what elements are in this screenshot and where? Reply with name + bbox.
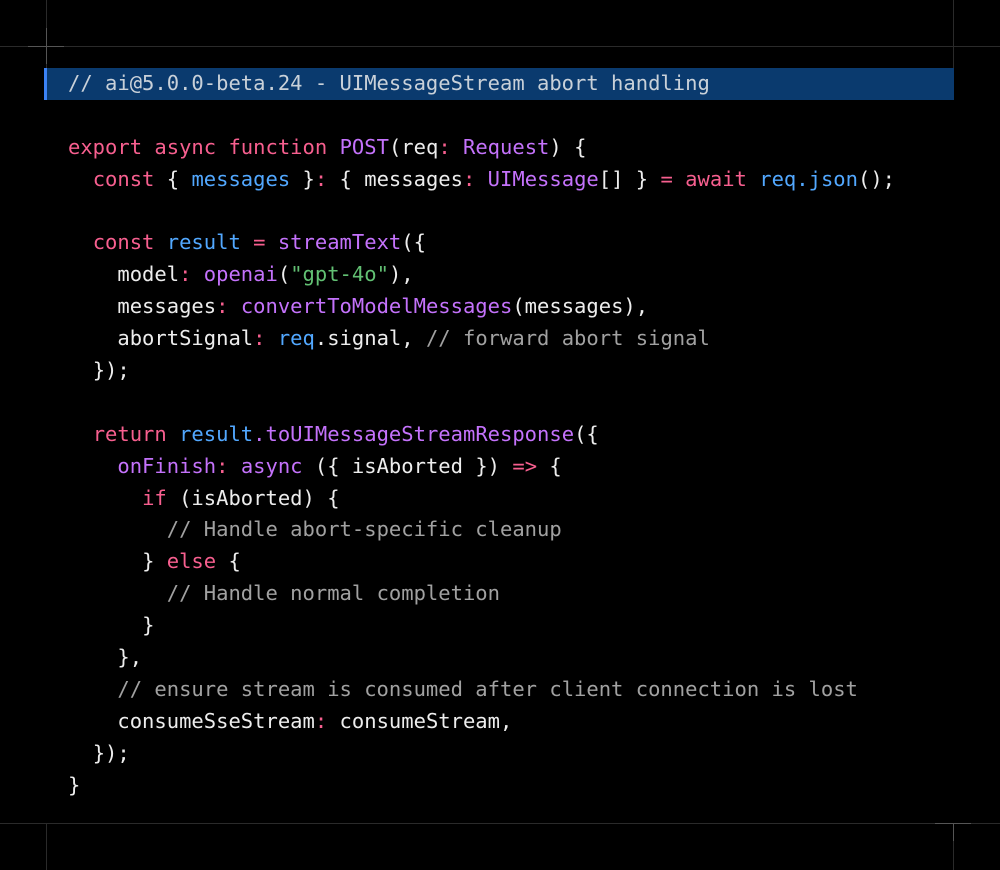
token-args: (messages),: [512, 294, 649, 319]
code-line-15: // Handle abort-specific cleanup: [68, 514, 895, 546]
token-colon: :: [462, 166, 476, 191]
comment-forward-abort: // forward abort signal: [425, 326, 710, 351]
token-json: .json: [796, 166, 858, 191]
token-close: ) {: [549, 134, 587, 159]
code-line-7: model: openai("gpt-4o"),: [68, 259, 895, 291]
token-model-key: model: [117, 262, 180, 287]
token-else: else: [166, 549, 217, 574]
token-await: await: [685, 166, 747, 191]
token-end: ({: [574, 421, 599, 446]
token-openai: openai: [203, 262, 278, 287]
token-messages: messages: [191, 166, 291, 191]
token-brace: },: [117, 645, 143, 670]
token-brace: {: [537, 453, 562, 478]
token-messages-key: messages: [117, 294, 217, 319]
token-end: ();: [857, 166, 896, 191]
code-line-6: const result = streamText({: [68, 227, 895, 259]
token-request-type: Request: [463, 134, 550, 159]
token-return: return: [92, 421, 167, 446]
token-uimessage-type: UIMessage: [487, 166, 599, 191]
token-colon: :: [438, 134, 451, 159]
token-async: async: [154, 134, 217, 159]
token-convert-fn: convertToModelMessages: [240, 294, 513, 319]
guide-line-top: [0, 46, 1000, 47]
comment-ensure-consumed: // ensure stream is consumed after clien…: [117, 676, 858, 701]
token-req: req: [759, 166, 797, 191]
token-close-call: });: [92, 740, 130, 765]
token-consumestream: consumeStream,: [327, 708, 513, 733]
token-colon: :: [253, 326, 266, 351]
code-line-18: }: [68, 610, 895, 642]
header-comment: // ai@5.0.0-beta.24 - UIMessageStream ab…: [68, 71, 710, 95]
token-const: const: [92, 230, 155, 255]
token-req-param: (req: [388, 134, 439, 159]
token-brace: }: [290, 166, 315, 191]
code-line-9: abortSignal: req.signal, // forward abor…: [68, 323, 895, 355]
token-brace: }: [142, 549, 167, 574]
token-colon: :: [216, 453, 229, 478]
token-brace: {: [216, 549, 241, 574]
code-line-20: // ensure stream is consumed after clien…: [68, 674, 895, 706]
code-line-12: return result.toUIMessageStreamResponse(…: [68, 419, 895, 451]
code-line-3: export async function POST(req: Request)…: [68, 132, 895, 164]
code-line-4: const { messages }: { messages: UIMessag…: [68, 164, 895, 196]
token-consumesse-key: consumeSseStream: [117, 708, 315, 733]
comment-normal-completion: // Handle normal completion: [166, 581, 500, 606]
token-colon: :: [179, 262, 192, 287]
code-line-10: });: [68, 355, 895, 387]
token-async: async: [240, 453, 303, 478]
token-onfinish-key: onFinish: [117, 453, 217, 478]
token-equals: =: [660, 166, 673, 191]
token-equals: =: [253, 230, 266, 255]
token-function: function: [228, 134, 328, 159]
code-line-17: // Handle normal completion: [68, 578, 895, 610]
guide-line-bottom: [0, 823, 1000, 824]
token-arrow: =>: [512, 453, 538, 478]
comment-abort-cleanup: // Handle abort-specific cleanup: [166, 517, 562, 542]
token-post: POST: [339, 134, 389, 159]
code-line-14: if (isAborted) {: [68, 483, 895, 515]
token-params: ({ isAborted }): [302, 453, 513, 478]
token-result: result: [166, 230, 241, 255]
token-abortsignal-key: abortSignal: [117, 326, 254, 351]
token-colon: :: [216, 294, 229, 319]
token-result: result: [179, 421, 254, 446]
code-snippet-canvas: // ai@5.0.0-beta.24 - UIMessageStream ab…: [0, 0, 1000, 870]
token-close-call: });: [92, 358, 130, 383]
token-model-string: "gpt-4o": [290, 262, 389, 287]
code-line-16: } else {: [68, 546, 895, 578]
token-paren: (: [277, 262, 291, 287]
token-colon: :: [314, 166, 328, 191]
code-line-1: // ai@5.0.0-beta.24 - UIMessageStream ab…: [68, 68, 895, 100]
token-messages-type: { messages: [327, 166, 463, 191]
corner-marker-top-left-v: [46, 28, 47, 64]
code-line-23: }: [68, 770, 895, 802]
token-colon: :: [314, 708, 328, 733]
code-block: // ai@5.0.0-beta.24 - UIMessageStream ab…: [68, 68, 895, 801]
code-line-19: },: [68, 642, 895, 674]
token-brace: }: [142, 613, 155, 638]
token-if: if: [142, 485, 167, 510]
code-line-8: messages: convertToModelMessages(message…: [68, 291, 895, 323]
token-streamtext: streamText: [277, 230, 402, 255]
token-paren: ),: [388, 262, 414, 287]
token-const: const: [92, 166, 155, 191]
token-close-function: }: [68, 772, 81, 797]
code-line-21: consumeSseStream: consumeStream,: [68, 706, 895, 738]
token-req: req: [277, 326, 315, 351]
code-line-13: onFinish: async ({ isAborted }) => {: [68, 451, 895, 483]
token-brace: {: [166, 166, 192, 191]
token-brace: [] }: [598, 166, 661, 191]
token-end: ({: [401, 230, 426, 255]
token-export: export: [68, 134, 143, 159]
token-signal: .signal,: [314, 326, 426, 351]
code-line-22: });: [68, 738, 895, 770]
token-response-method: .toUIMessageStreamResponse: [253, 421, 575, 446]
token-condition: (isAborted) {: [166, 485, 340, 510]
